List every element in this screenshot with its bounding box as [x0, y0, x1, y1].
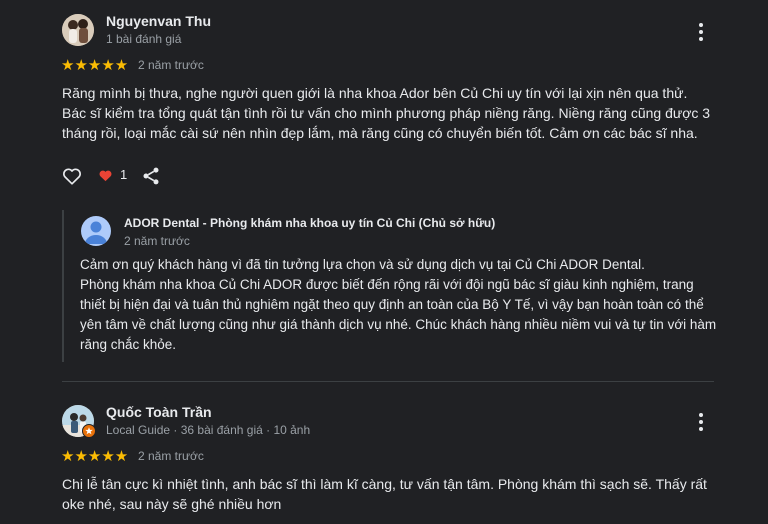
share-icon[interactable]	[141, 166, 161, 186]
reviewer-name[interactable]: Nguyenvan Thu	[106, 13, 211, 29]
avatar[interactable]	[62, 14, 94, 46]
owner-avatar[interactable]	[81, 216, 111, 246]
review-time: 2 năm trước	[138, 58, 204, 72]
owner-reply-text: Cảm ơn quý khách hàng vì đã tin tưởng lự…	[80, 257, 717, 352]
heart-outline-icon[interactable]	[61, 165, 83, 187]
like-count: 1	[120, 167, 128, 182]
local-guide-badge-icon	[82, 424, 96, 438]
avatar-photo-icon	[62, 14, 94, 46]
reviewer-meta[interactable]: 1 bài đánh giá	[106, 32, 181, 46]
person-icon	[85, 221, 107, 244]
review-time: 2 năm trước	[138, 449, 204, 463]
owner-name: ADOR Dental - Phòng khám nha khoa uy tín…	[124, 216, 496, 230]
owner-reply-time: 2 năm trước	[124, 234, 190, 248]
heart-filled-icon	[99, 170, 112, 182]
star-rating: ★★★★★	[61, 57, 129, 74]
star-rating: ★★★★★	[61, 448, 129, 465]
review-text: Chị lễ tân cực kì nhiệt tình, anh bác sĩ…	[62, 476, 707, 512]
more-options-icon[interactable]	[699, 413, 705, 434]
more-options-icon[interactable]	[699, 23, 705, 44]
reply-indent-bar	[62, 210, 64, 362]
review-text: Răng mình bị thưa, nghe người quen giới …	[62, 85, 711, 141]
reviewer-name[interactable]: Quốc Toàn Trần	[106, 404, 212, 420]
reviewer-meta[interactable]: Local Guide · 36 bài đánh giá · 10 ảnh	[106, 423, 310, 437]
review-divider	[62, 381, 714, 382]
